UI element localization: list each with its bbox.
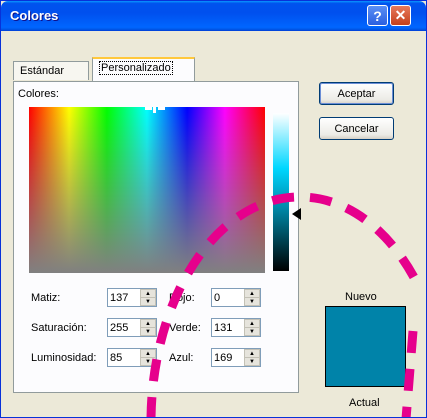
azul-spinner[interactable]: ▲ ▼ bbox=[211, 348, 261, 367]
verde-spinner[interactable]: ▲ ▼ bbox=[211, 318, 261, 337]
accept-button-label: Aceptar bbox=[337, 87, 376, 100]
colors-dialog: Colores ? ✕ Estándar Personalizado Color… bbox=[0, 0, 427, 418]
luminosidad-input[interactable] bbox=[108, 349, 140, 366]
cancel-button[interactable]: Cancelar bbox=[319, 117, 394, 140]
crosshair-left bbox=[145, 107, 152, 110]
rojo-label: Rojo: bbox=[169, 292, 195, 304]
palette-label: Colores: bbox=[18, 88, 59, 100]
azul-label: Azul: bbox=[169, 352, 194, 364]
matiz-label: Matiz: bbox=[31, 292, 61, 304]
close-button[interactable]: ✕ bbox=[390, 5, 411, 26]
rojo-input[interactable] bbox=[212, 289, 244, 306]
rojo-spinner[interactable]: ▲ ▼ bbox=[211, 288, 261, 307]
color-preview-swatch bbox=[325, 306, 406, 387]
cancel-button-label: Cancelar bbox=[334, 122, 379, 135]
luminosidad-spinner[interactable]: ▲ ▼ bbox=[107, 348, 157, 367]
verde-label: Verde: bbox=[169, 322, 201, 334]
luminosity-arrow-icon[interactable] bbox=[292, 208, 301, 220]
window-title: Colores bbox=[10, 8, 59, 23]
tab-estandar[interactable]: Estándar bbox=[13, 61, 89, 80]
tab-personalizado[interactable]: Personalizado bbox=[92, 57, 195, 81]
help-button[interactable]: ? bbox=[367, 5, 388, 26]
matiz-input[interactable] bbox=[108, 289, 140, 306]
spin-down-icon[interactable]: ▼ bbox=[140, 357, 156, 366]
saturacion-input[interactable] bbox=[108, 319, 140, 336]
saturacion-spinner[interactable]: ▲ ▼ bbox=[107, 318, 157, 337]
spin-down-icon[interactable]: ▼ bbox=[140, 297, 156, 306]
matiz-spinner[interactable]: ▲ ▼ bbox=[107, 288, 157, 307]
new-color-label: Nuevo bbox=[345, 291, 377, 303]
color-spectrum[interactable] bbox=[29, 107, 265, 273]
spin-down-icon[interactable]: ▼ bbox=[140, 327, 156, 336]
crosshair-right bbox=[158, 107, 165, 110]
title-bar[interactable]: Colores ? ✕ bbox=[1, 1, 426, 31]
crosshair-top bbox=[153, 107, 156, 113]
help-icon: ? bbox=[373, 7, 382, 24]
spin-down-icon[interactable]: ▼ bbox=[244, 327, 260, 336]
luminosity-slider[interactable] bbox=[273, 113, 289, 271]
spin-down-icon[interactable]: ▼ bbox=[244, 357, 260, 366]
saturacion-label: Saturación: bbox=[31, 322, 87, 334]
tab-estandar-label: Estándar bbox=[20, 65, 65, 77]
luminosidad-label: Luminosidad: bbox=[31, 352, 97, 364]
verde-input[interactable] bbox=[212, 319, 244, 336]
current-color-label: Actual bbox=[349, 397, 380, 409]
accept-button[interactable]: Aceptar bbox=[319, 82, 394, 105]
spin-down-icon[interactable]: ▼ bbox=[244, 297, 260, 306]
annotation-circle-right bbox=[401, 330, 418, 417]
azul-input[interactable] bbox=[212, 349, 244, 366]
close-icon: ✕ bbox=[394, 7, 407, 23]
tab-personalizado-label: Personalizado bbox=[99, 61, 173, 75]
